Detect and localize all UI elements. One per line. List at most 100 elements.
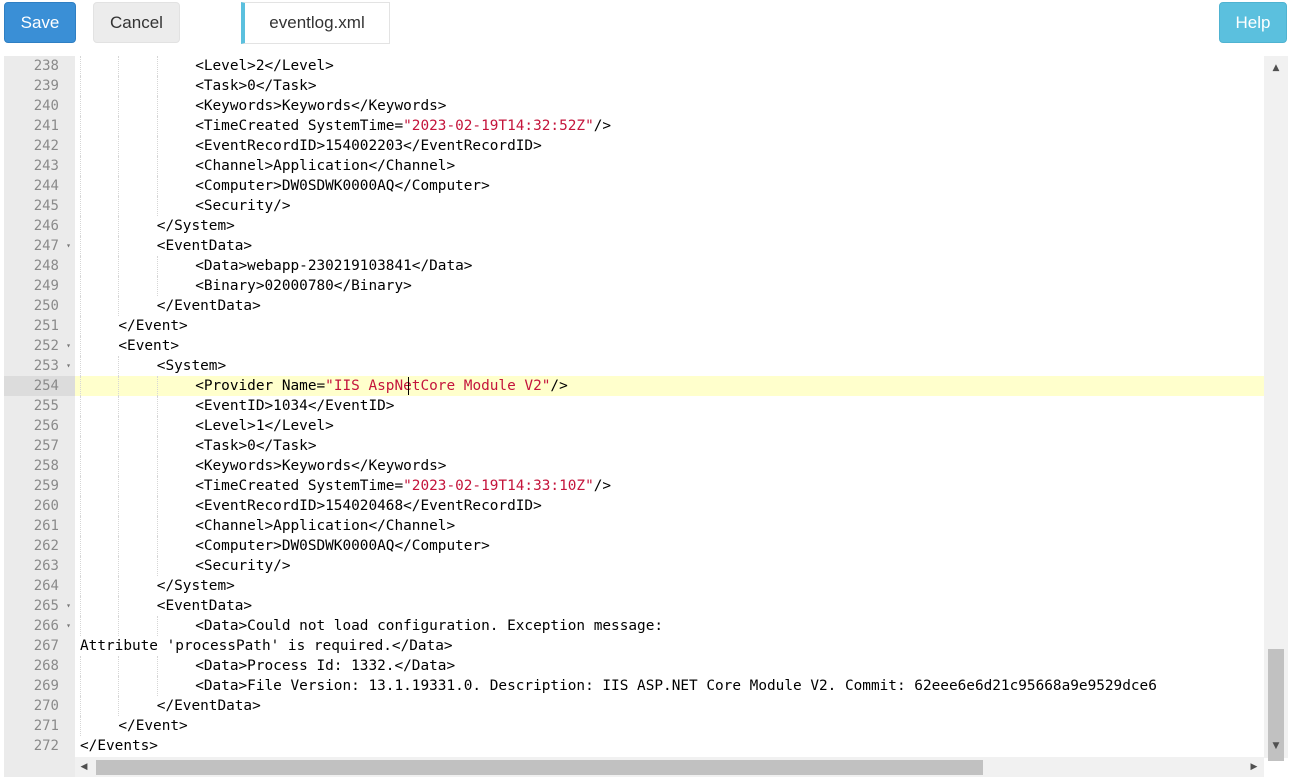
code-line: <Level>1</Level> <box>195 416 334 436</box>
code-text: </System> <box>156 578 235 594</box>
tab-eventlog-xml[interactable]: eventlog.xml <box>241 2 390 44</box>
line-number-text: 260 <box>33 498 59 514</box>
line-number-text: 245 <box>33 198 59 214</box>
indent-guide <box>156 376 158 396</box>
indent-guide <box>80 396 81 416</box>
indent-guide <box>156 96 158 116</box>
line-number-text: 262 <box>33 538 59 554</box>
line-number: 246 <box>4 216 75 236</box>
code-text: <Provider Name= <box>195 378 326 394</box>
code-editor[interactable]: 238 239 240 241 242 243 244 245 246 247 ▾ 248 249 250… <box>4 56 1288 777</box>
code-line: </Event> <box>118 316 187 336</box>
indent-guide <box>80 596 81 616</box>
line-number-text: 264 <box>33 578 59 594</box>
line-number: 247 ▾ <box>4 236 75 256</box>
code-text: Attribute 'processPath' is required.</Da… <box>80 638 453 654</box>
line-number: 239 <box>4 76 75 96</box>
indent-guide <box>156 416 158 436</box>
indent-guide <box>118 436 120 456</box>
help-button[interactable]: Help <box>1219 2 1287 43</box>
scroll-left-arrow-icon[interactable]: ◀ <box>78 761 90 773</box>
code-line: <Security/> <box>195 196 290 216</box>
code-text: <Binary>02000780</Binary> <box>195 278 412 294</box>
line-number: 269 <box>4 676 75 696</box>
indent-guide <box>80 556 81 576</box>
code-line: <Keywords>Keywords</Keywords> <box>195 456 446 476</box>
line-number: 248 <box>4 256 75 276</box>
indent-guide <box>118 496 120 516</box>
code-text: <Security/> <box>195 558 291 574</box>
indent-guide <box>80 256 81 276</box>
fold-toggle-icon[interactable]: ▾ <box>66 236 71 256</box>
line-number-text: 263 <box>33 558 59 574</box>
code-text: /> <box>550 378 568 394</box>
scroll-right-arrow-icon[interactable]: ▶ <box>1248 761 1260 773</box>
code-line: <Data>Could not load configuration. Exce… <box>195 616 663 636</box>
indent-guide <box>80 216 81 236</box>
line-number: 272 <box>4 736 75 756</box>
line-number: 255 <box>4 396 75 416</box>
indent-guide <box>118 256 120 276</box>
line-number-text: 246 <box>33 218 59 234</box>
indent-guide <box>156 616 158 636</box>
indent-guide <box>118 676 120 696</box>
line-number-text: 266 <box>33 618 59 634</box>
code-text: <Data>File Version: 13.1.19331.0. Descri… <box>195 678 1157 694</box>
indent-guide <box>80 376 81 396</box>
code-text: <EventRecordID>154002203</EventRecordID> <box>195 138 542 154</box>
line-number-text: 241 <box>33 118 59 134</box>
indent-guide <box>156 256 158 276</box>
indent-guide <box>80 616 81 636</box>
line-number: 249 <box>4 276 75 296</box>
horizontal-scrollbar[interactable]: ◀ ▶ <box>75 757 1264 777</box>
code-text: <Level>1</Level> <box>195 418 334 434</box>
indent-guide <box>118 76 120 96</box>
line-number: 240 <box>4 96 75 116</box>
line-number: 245 <box>4 196 75 216</box>
fold-toggle-icon[interactable]: ▾ <box>66 616 71 636</box>
indent-guide <box>118 516 120 536</box>
indent-guide <box>118 616 120 636</box>
code-line: <Provider Name="IIS AspNetCore Module V2… <box>195 376 568 396</box>
cancel-button[interactable]: Cancel <box>93 2 180 43</box>
line-number-text: 270 <box>33 698 59 714</box>
fold-toggle-icon[interactable]: ▾ <box>66 596 71 616</box>
code-text: <TimeCreated SystemTime= <box>195 478 404 494</box>
horizontal-scroll-thumb[interactable] <box>96 760 983 775</box>
code-text: <System> <box>156 358 227 374</box>
code-text: </EventData> <box>156 298 261 314</box>
code-text: <EventID>1034</EventID> <box>195 398 395 414</box>
line-number: 253 ▾ <box>4 356 75 376</box>
scroll-up-arrow-icon[interactable]: ▲ <box>1268 62 1284 74</box>
line-number: 259 <box>4 476 75 496</box>
indent-guide <box>80 236 81 256</box>
code-text: </Events> <box>80 738 158 754</box>
line-number: 244 <box>4 176 75 196</box>
vertical-scrollbar[interactable]: ▲ ▼ <box>1264 56 1288 761</box>
code-line: </System> <box>157 216 235 236</box>
code-text: <Keywords>Keywords</Keywords> <box>195 458 447 474</box>
code-text: /> <box>593 478 612 494</box>
fold-toggle-icon[interactable]: ▾ <box>66 356 71 376</box>
indent-guide <box>118 296 120 316</box>
code-line: Attribute 'processPath' is required.</Da… <box>80 636 453 656</box>
indent-guide <box>118 456 120 476</box>
fold-toggle-icon[interactable]: ▾ <box>66 336 71 356</box>
line-number: 252 ▾ <box>4 336 75 356</box>
indent-guide <box>156 176 158 196</box>
indent-guide <box>80 296 81 316</box>
code-text: <TimeCreated SystemTime= <box>195 118 404 134</box>
code-line: <Task>0</Task> <box>195 76 316 96</box>
code-line: </System> <box>157 576 235 596</box>
save-button[interactable]: Save <box>4 2 76 43</box>
indent-guide <box>80 516 81 536</box>
code-area[interactable]: <Level>2</Level> <Task>0</Task> <Keywords>… <box>75 56 1265 756</box>
code-line: <Security/> <box>195 556 290 576</box>
line-number-text: 261 <box>33 518 59 534</box>
scroll-down-arrow-icon[interactable]: ▼ <box>1268 740 1284 752</box>
code-line: <EventRecordID>154020468</EventRecordID> <box>195 496 542 516</box>
line-number-text: 251 <box>33 318 59 334</box>
line-number: 241 <box>4 116 75 136</box>
indent-guide <box>156 116 158 136</box>
code-text: <Keywords>Keywords</Keywords> <box>195 98 447 114</box>
